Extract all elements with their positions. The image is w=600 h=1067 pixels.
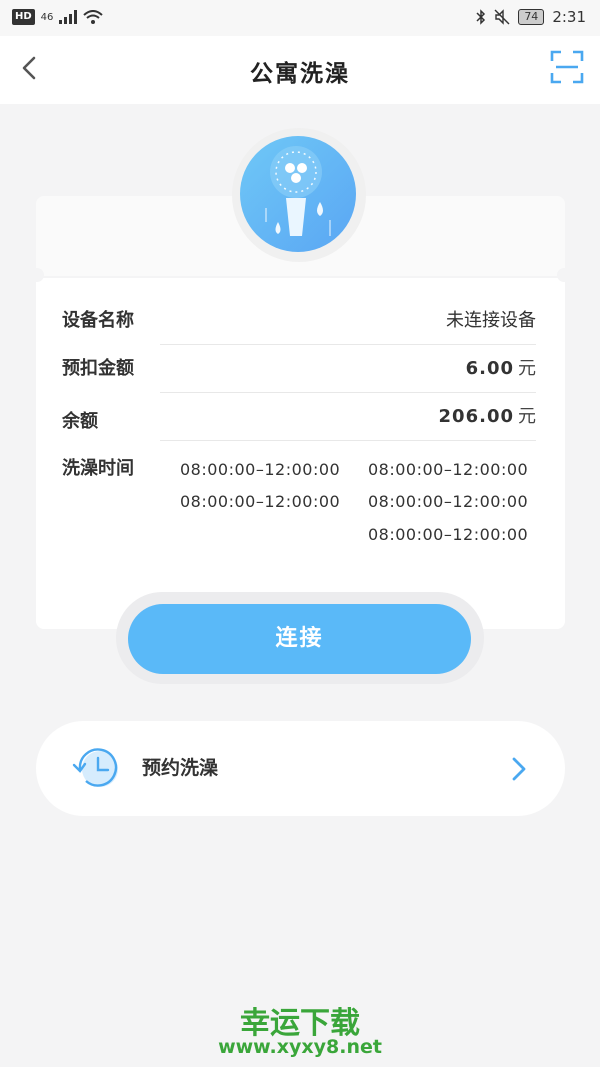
status-time: 2:31 xyxy=(552,8,586,26)
status-bar-right: 74 2:31 xyxy=(476,8,586,26)
device-name-label: 设备名称 xyxy=(62,310,134,331)
status-bar-left: HD 46 xyxy=(12,9,104,25)
page-title: 公寓洗澡 xyxy=(250,61,350,87)
balance-label: 余额 xyxy=(62,411,98,432)
network-type: 46 xyxy=(40,11,54,23)
hd-badge: HD xyxy=(12,9,35,25)
shower-icon xyxy=(240,136,356,252)
divider xyxy=(160,440,536,441)
chevron-right-icon xyxy=(512,757,526,781)
deposit-value: 6.00 元 xyxy=(465,358,536,379)
status-bar: HD 46 74 2:31 xyxy=(0,0,600,36)
bluetooth-icon xyxy=(476,9,486,25)
time-slot: 08:00:00–12:00:00 xyxy=(180,492,341,511)
reserve-shower-label: 预约洗澡 xyxy=(142,757,219,779)
connect-button[interactable]: 连接 xyxy=(128,604,471,674)
time-slot: 08:00:00–12:00:00 xyxy=(368,492,529,511)
device-name-value: 未连接设备 xyxy=(446,310,536,331)
deposit-row: 预扣金额 6.00 元 xyxy=(62,345,536,393)
shower-time-label: 洗澡时间 xyxy=(62,458,134,479)
balance-row: 余额 206.00 元 xyxy=(62,393,536,441)
card-notch-right xyxy=(557,268,571,282)
header-bar: 公寓洗澡 xyxy=(0,36,600,104)
scan-icon[interactable] xyxy=(550,50,584,84)
battery-indicator: 74 xyxy=(518,9,545,25)
wifi-icon xyxy=(83,10,104,24)
time-slot: 08:00:00–12:00:00 xyxy=(180,460,341,479)
balance-value: 206.00 元 xyxy=(438,406,536,427)
clock-history-icon xyxy=(72,748,118,787)
reserve-shower-item[interactable]: 预约洗澡 xyxy=(36,721,565,816)
device-name-row: 设备名称 未连接设备 xyxy=(62,297,536,345)
time-slot: 08:00:00–12:00:00 xyxy=(368,460,529,479)
watermark-url: www.xyxy8.net xyxy=(218,1036,382,1058)
signal-icon xyxy=(59,10,78,24)
mute-icon xyxy=(494,9,510,25)
deposit-label: 预扣金额 xyxy=(62,358,134,379)
time-slot: 08:00:00–12:00:00 xyxy=(368,525,529,544)
card-notch-left xyxy=(30,268,44,282)
